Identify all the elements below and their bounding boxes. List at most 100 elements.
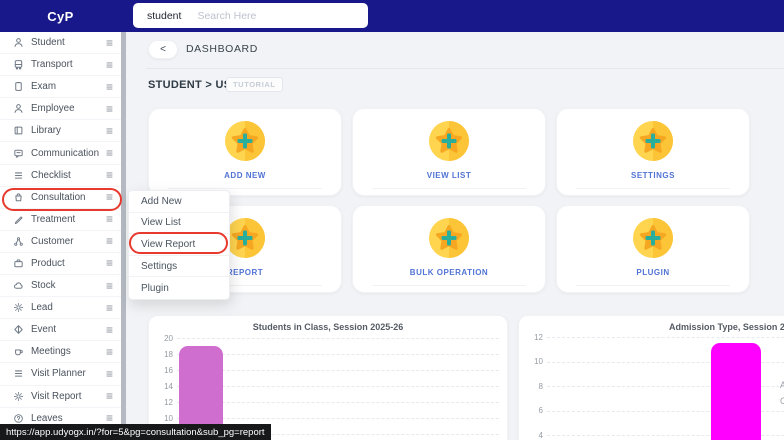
y-axis-tick: 18	[153, 350, 173, 359]
menu-item-settings[interactable]: Settings	[129, 256, 229, 278]
user-icon	[13, 37, 24, 48]
sidebar-item-product[interactable]: Product ≡	[0, 253, 121, 275]
card-view-list[interactable]: VIEW LIST	[352, 108, 546, 196]
menu-item-view-report[interactable]: View Report	[129, 234, 229, 256]
search-bar[interactable]: student	[133, 3, 368, 28]
network-icon	[13, 236, 24, 247]
sun-icon	[13, 302, 24, 313]
hamburger-icon[interactable]: ≡	[106, 103, 113, 115]
list-icon	[13, 368, 24, 379]
sidebar-item-meetings[interactable]: Meetings ≡	[0, 341, 121, 363]
sidebar-item-student[interactable]: Student ≡	[0, 32, 121, 54]
sidebar-item-visit-planner[interactable]: Visit Planner ≡	[0, 363, 121, 385]
bar-chart-students-in-class: 2018161412108	[149, 316, 507, 440]
sidebar-item-checklist[interactable]: Checklist ≡	[0, 165, 121, 187]
y-axis-tick: 10	[523, 357, 543, 366]
sidebar-item-stock[interactable]: Stock ≡	[0, 275, 121, 297]
tutorial-badge[interactable]: TUTORIAL	[226, 77, 283, 92]
hamburger-icon[interactable]: ≡	[106, 191, 113, 203]
browser-status-url: https://app.udyogx.in/?for=5&pg=consulta…	[0, 424, 271, 440]
search-category-select[interactable]: student	[133, 10, 195, 22]
sidebar-item-employee[interactable]: Employee ≡	[0, 98, 121, 120]
gridline	[177, 386, 499, 387]
hamburger-icon[interactable]: ≡	[106, 169, 113, 181]
cloud-icon	[13, 280, 24, 291]
search-input[interactable]	[195, 9, 368, 23]
hamburger-icon[interactable]: ≡	[106, 280, 113, 292]
hamburger-icon[interactable]: ≡	[106, 346, 113, 358]
card-bulk-operation[interactable]: BULK OPERATION	[352, 205, 546, 293]
hamburger-icon[interactable]: ≡	[106, 368, 113, 380]
y-axis-tick: 8	[523, 382, 543, 391]
hamburger-icon[interactable]: ≡	[106, 257, 113, 269]
diamond-icon	[13, 324, 24, 335]
sun-icon	[13, 391, 24, 402]
sidebar-scrollbar[interactable]	[121, 32, 126, 440]
gridline	[177, 370, 499, 371]
card-plugin[interactable]: PLUGIN	[556, 205, 750, 293]
chart-bar	[711, 343, 761, 440]
gridline	[177, 418, 499, 419]
user-icon	[13, 103, 24, 114]
card-add-new[interactable]: ADD NEW	[148, 108, 342, 196]
gridline	[547, 337, 784, 338]
gridline	[177, 354, 499, 355]
chart-card-admission-type: Admission Type, Session 2025-26 1210864A…	[518, 315, 784, 440]
sidebar: Student ≡ Transport ≡ Exam ≡ Employee ≡ …	[0, 32, 121, 440]
hamburger-icon[interactable]: ≡	[106, 147, 113, 159]
hamburger-icon[interactable]: ≡	[106, 37, 113, 49]
sidebar-item-consultation[interactable]: Consultation ≡	[0, 187, 121, 209]
hamburger-icon[interactable]: ≡	[106, 213, 113, 225]
sidebar-item-transport[interactable]: Transport ≡	[0, 54, 121, 76]
divider	[146, 68, 784, 69]
y-axis-tick: 12	[153, 398, 173, 407]
list-icon	[13, 170, 24, 181]
sidebar-item-lead[interactable]: Lead ≡	[0, 297, 121, 319]
star-plus-icon	[222, 118, 268, 164]
star-plus-icon	[630, 118, 676, 164]
top-navbar: CyP student	[0, 0, 784, 32]
y-axis-tick: 14	[153, 382, 173, 391]
menu-item-plugin[interactable]: Plugin	[129, 277, 229, 299]
y-axis-tick: 20	[153, 334, 173, 343]
hamburger-icon[interactable]: ≡	[106, 235, 113, 247]
y-axis-tick: 16	[153, 366, 173, 375]
y-axis-tick: 12	[523, 333, 543, 342]
sidebar-item-event[interactable]: Event ≡	[0, 319, 121, 341]
clipped-edge-text: O	[780, 396, 784, 406]
hamburger-icon[interactable]: ≡	[106, 302, 113, 314]
chevron-left-icon: <	[160, 44, 166, 55]
clipped-edge-text: A	[780, 380, 784, 390]
hamburger-icon[interactable]: ≡	[106, 324, 113, 336]
bar-chart-admission-type: 1210864AO	[519, 316, 784, 440]
app-logo: CyP	[0, 0, 121, 32]
sidebar-item-exam[interactable]: Exam ≡	[0, 76, 121, 98]
briefcase-icon	[13, 258, 24, 269]
sidebar-item-customer[interactable]: Customer ≡	[0, 231, 121, 253]
pen-icon	[13, 214, 24, 225]
back-button[interactable]: <	[148, 40, 178, 59]
sidebar-item-library[interactable]: Library ≡	[0, 120, 121, 142]
gridline	[177, 402, 499, 403]
card-settings[interactable]: SETTINGS	[556, 108, 750, 196]
sidebar-item-treatment[interactable]: Treatment ≡	[0, 209, 121, 231]
page-title: DASHBOARD	[186, 43, 258, 55]
hamburger-icon[interactable]: ≡	[106, 390, 113, 402]
coffee-cup-icon	[13, 346, 24, 357]
bag-icon	[13, 192, 24, 203]
sidebar-item-communication[interactable]: Communication ≡	[0, 142, 121, 164]
document-icon	[13, 81, 24, 92]
hamburger-icon[interactable]: ≡	[106, 59, 113, 71]
menu-item-view-list[interactable]: View List	[129, 213, 229, 235]
consultation-context-menu: Add New View List View Report Settings P…	[128, 190, 230, 300]
menu-item-add-new[interactable]: Add New	[129, 191, 229, 213]
hamburger-icon[interactable]: ≡	[106, 412, 113, 424]
y-axis-tick: 6	[523, 406, 543, 415]
hamburger-icon[interactable]: ≡	[106, 125, 113, 137]
gridline	[177, 338, 499, 339]
bus-icon	[13, 59, 24, 70]
sidebar-item-visit-report[interactable]: Visit Report ≡	[0, 386, 121, 408]
hamburger-icon[interactable]: ≡	[106, 81, 113, 93]
star-plus-icon	[426, 215, 472, 261]
app-window: CyP student Student ≡ Transport ≡ Exam ≡…	[0, 0, 784, 440]
